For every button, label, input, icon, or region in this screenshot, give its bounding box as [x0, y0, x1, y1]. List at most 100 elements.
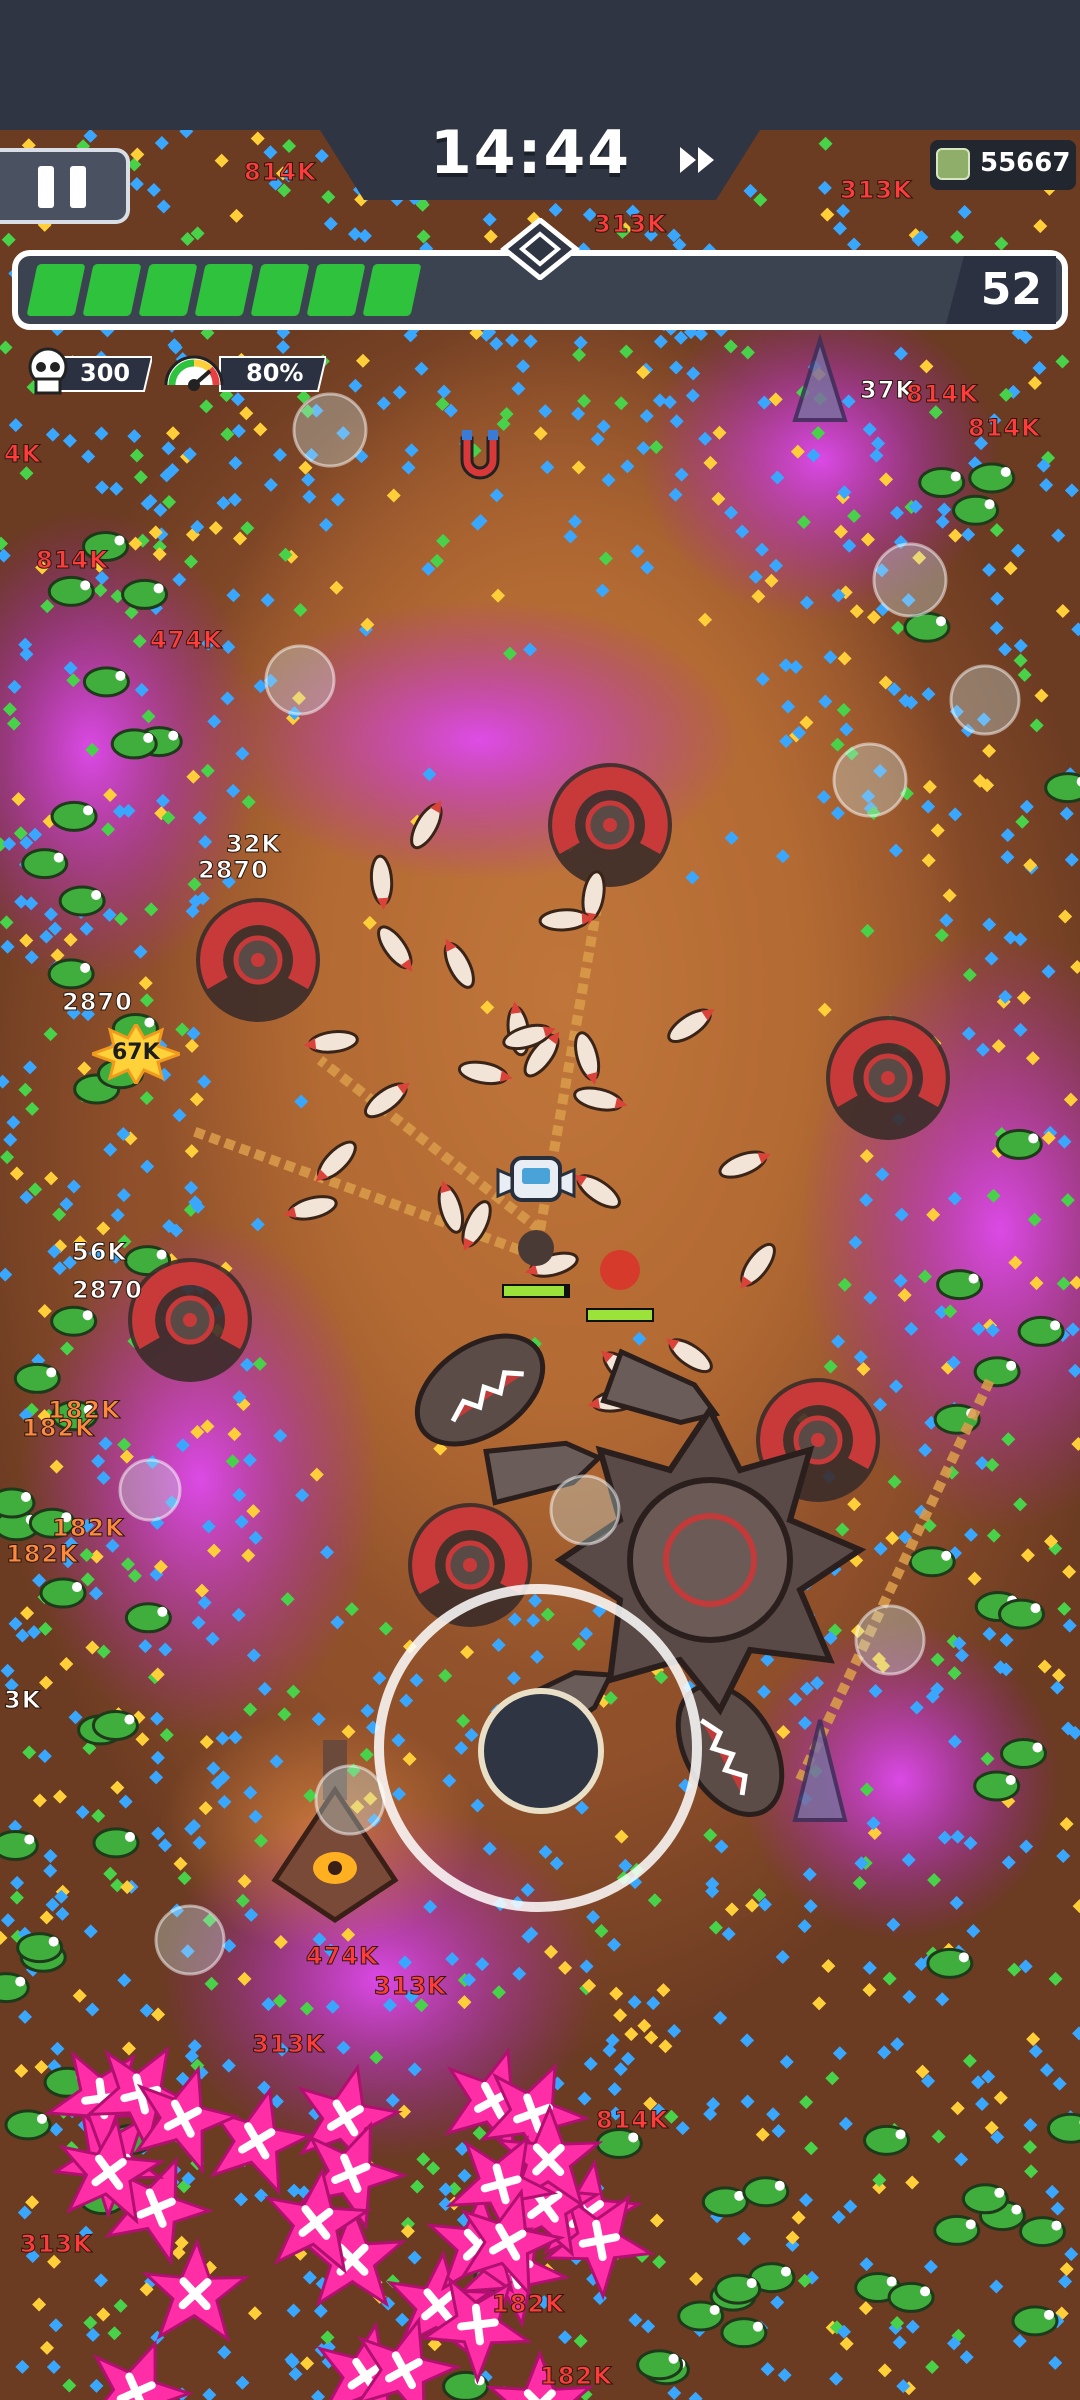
xp-gem — [1010, 543, 1025, 558]
xp-gem — [32, 1793, 47, 1808]
missile — [283, 1195, 338, 1221]
missile — [718, 1150, 771, 1179]
xp-gem — [362, 915, 377, 930]
xp-gem — [179, 130, 194, 139]
xp-gem — [1071, 622, 1080, 637]
xp-gem — [75, 1805, 90, 1820]
xp-gem — [990, 591, 1005, 606]
xp-gem — [156, 199, 171, 214]
game-arena[interactable] — [0, 130, 1080, 2400]
xp-gem — [511, 381, 526, 396]
xp-gem — [0, 1267, 13, 1282]
green-enemy — [742, 2176, 790, 2208]
green-enemy — [82, 666, 130, 698]
xp-gem — [890, 2037, 905, 2052]
xp-gem — [1062, 1564, 1077, 1579]
xp-gem — [93, 2273, 108, 2288]
missile — [574, 1031, 601, 1086]
pause-button[interactable] — [0, 148, 130, 224]
xp-gem — [85, 2002, 100, 2017]
fast-forward-icon[interactable] — [678, 145, 718, 175]
xp-gem — [83, 130, 98, 143]
green-enemy — [952, 494, 1000, 526]
xp-gem — [689, 2271, 704, 2286]
xp-gem — [1072, 1899, 1080, 1914]
damage-number: 4K — [3, 440, 42, 469]
xp-gem — [1064, 483, 1079, 498]
kill-count: 300 — [80, 359, 131, 387]
damage-number: 814K — [36, 546, 109, 575]
green-enemy — [863, 2124, 911, 2156]
xp-gem — [94, 426, 109, 441]
green-enemy — [110, 728, 158, 760]
xp-gem — [404, 443, 419, 458]
xp-gem — [837, 651, 852, 666]
xp-gem — [139, 1091, 154, 1106]
xp-gem — [817, 180, 832, 195]
xp-gem — [301, 472, 316, 487]
xp-gem — [652, 2254, 667, 2269]
xp-gem — [836, 702, 851, 717]
xp-gem — [609, 1986, 624, 2001]
xp-gem — [656, 1983, 671, 1998]
xp-gem — [0, 340, 13, 355]
xp-gem — [923, 2259, 938, 2274]
xp-gem — [999, 1632, 1014, 1647]
xp-gem — [667, 2023, 682, 2038]
xp-gem — [775, 849, 790, 864]
xp-gem — [8, 418, 23, 433]
green-enemy — [998, 1598, 1046, 1630]
xp-gem — [17, 2205, 32, 2220]
xp-gem — [1019, 799, 1034, 814]
xp-gem — [1029, 718, 1044, 733]
xp-gem — [135, 1732, 150, 1747]
xp-gem — [1037, 1659, 1052, 1674]
green-enemy — [50, 800, 98, 832]
xp-gem — [227, 492, 242, 507]
xp-gem — [239, 406, 254, 421]
xp-gem — [110, 1208, 125, 1223]
xp-gem — [571, 406, 586, 421]
green-enemy — [50, 1305, 98, 1337]
xp-gem — [647, 1893, 662, 1908]
xp-gem — [189, 1092, 204, 1107]
xp-gem — [705, 1876, 720, 1891]
green-enemy — [887, 2281, 935, 2313]
joystick-knob[interactable] — [478, 1688, 604, 1814]
xp-gem — [298, 460, 313, 475]
xp-gem — [46, 2360, 61, 2375]
xp-gem — [376, 396, 391, 411]
xp-gem — [400, 2224, 415, 2239]
xp-gem — [401, 460, 416, 475]
xp-gem — [1059, 2262, 1074, 2277]
damage-number: 3K — [3, 1686, 42, 1715]
green-enemy — [0, 1829, 39, 1861]
xp-gem — [240, 521, 255, 536]
xp-gem — [950, 2101, 965, 2116]
xp-gem — [934, 928, 949, 943]
xp-gem — [146, 183, 161, 198]
xp-gem — [698, 612, 713, 627]
xp-gem — [975, 2097, 990, 2112]
xp-gem — [20, 1606, 35, 1621]
xp-gem — [320, 2330, 335, 2345]
xp-gem — [930, 823, 945, 838]
xp-gem — [568, 514, 583, 529]
xp-gem — [791, 2210, 806, 2225]
xp-gem — [1, 232, 16, 247]
xp-gem — [755, 672, 770, 687]
xp-gem — [103, 1866, 118, 1881]
xp-gem — [10, 1875, 25, 1890]
xp-gem — [653, 334, 668, 349]
xp-gem — [613, 2062, 628, 2077]
xp-gem — [172, 1108, 187, 1123]
xp-gem — [228, 455, 243, 470]
xp-gem — [1032, 361, 1047, 376]
damage-number: 474K — [150, 626, 223, 655]
xp-gem — [557, 2330, 572, 2345]
xp-gem — [62, 2378, 77, 2393]
green-enemy — [961, 2183, 1009, 2215]
xp-gem — [533, 426, 548, 441]
xp-gem — [414, 361, 429, 376]
xp-gem — [226, 588, 241, 603]
